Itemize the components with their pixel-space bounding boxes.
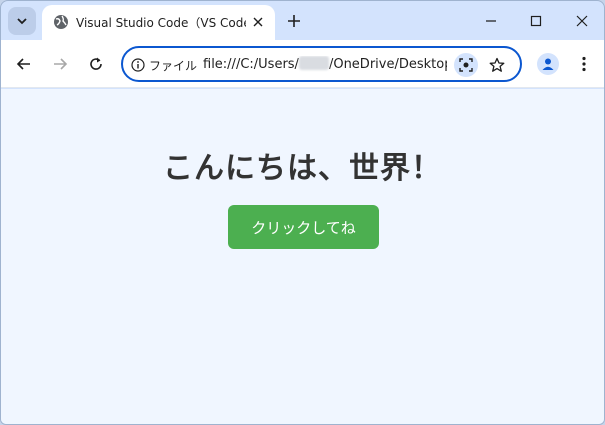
tab-active[interactable]: Visual Studio Code（VS Code） xyxy=(42,5,275,40)
close-window-button[interactable] xyxy=(570,9,594,33)
maximize-icon xyxy=(530,15,542,27)
minimize-button[interactable] xyxy=(479,9,503,33)
profile-button[interactable] xyxy=(537,53,559,75)
tab-strip: Visual Studio Code（VS Code） xyxy=(1,1,604,40)
tab-title: Visual Studio Code（VS Code） xyxy=(76,16,246,30)
minimize-icon xyxy=(486,20,496,22)
info-icon xyxy=(131,58,145,72)
chevron-down-icon xyxy=(17,18,27,25)
site-info-button[interactable]: ファイル xyxy=(131,55,197,75)
tab-close-button[interactable] xyxy=(250,14,266,30)
reload-icon xyxy=(90,57,102,70)
close-icon xyxy=(576,15,588,27)
google-lens-button[interactable] xyxy=(454,53,478,77)
page-content: こんにちは、世界！ クリックしてね xyxy=(1,89,604,424)
star-icon xyxy=(489,57,505,72)
forward-button[interactable] xyxy=(48,52,72,76)
lens-icon xyxy=(459,58,473,72)
address-bar[interactable]: ファイル file:///C:/Users/ /OneDrive/Desktop xyxy=(121,46,522,82)
page-heading: こんにちは、世界！ xyxy=(163,151,442,186)
globe-icon xyxy=(54,15,68,29)
tab-search-button[interactable] xyxy=(8,7,36,35)
bookmark-button[interactable] xyxy=(485,53,509,77)
site-info-label: ファイル xyxy=(149,58,198,73)
url-prefix: file:///C:/Users/ xyxy=(203,57,299,72)
close-icon xyxy=(253,17,263,27)
new-tab-button[interactable] xyxy=(284,11,304,31)
url-text[interactable]: file:///C:/Users/ /OneDrive/Desktop xyxy=(203,56,447,74)
reload-button[interactable] xyxy=(84,52,108,76)
toolbar: ファイル file:///C:/Users/ /OneDrive/Desktop xyxy=(1,40,604,88)
menu-button[interactable] xyxy=(572,52,596,76)
url-suffix: /OneDrive/Desktop xyxy=(328,57,447,72)
maximize-button[interactable] xyxy=(524,9,548,33)
redacted-username xyxy=(298,56,329,70)
browser-window: Visual Studio Code（VS Code） ファイル file://… xyxy=(0,0,605,425)
click-button[interactable]: クリックしてね xyxy=(228,205,379,249)
arrow-right-icon xyxy=(54,58,68,70)
arrow-left-icon xyxy=(16,58,30,70)
plus-icon xyxy=(288,15,300,27)
person-icon xyxy=(542,58,554,70)
back-button[interactable] xyxy=(12,52,36,76)
more-vert-icon xyxy=(582,56,586,72)
